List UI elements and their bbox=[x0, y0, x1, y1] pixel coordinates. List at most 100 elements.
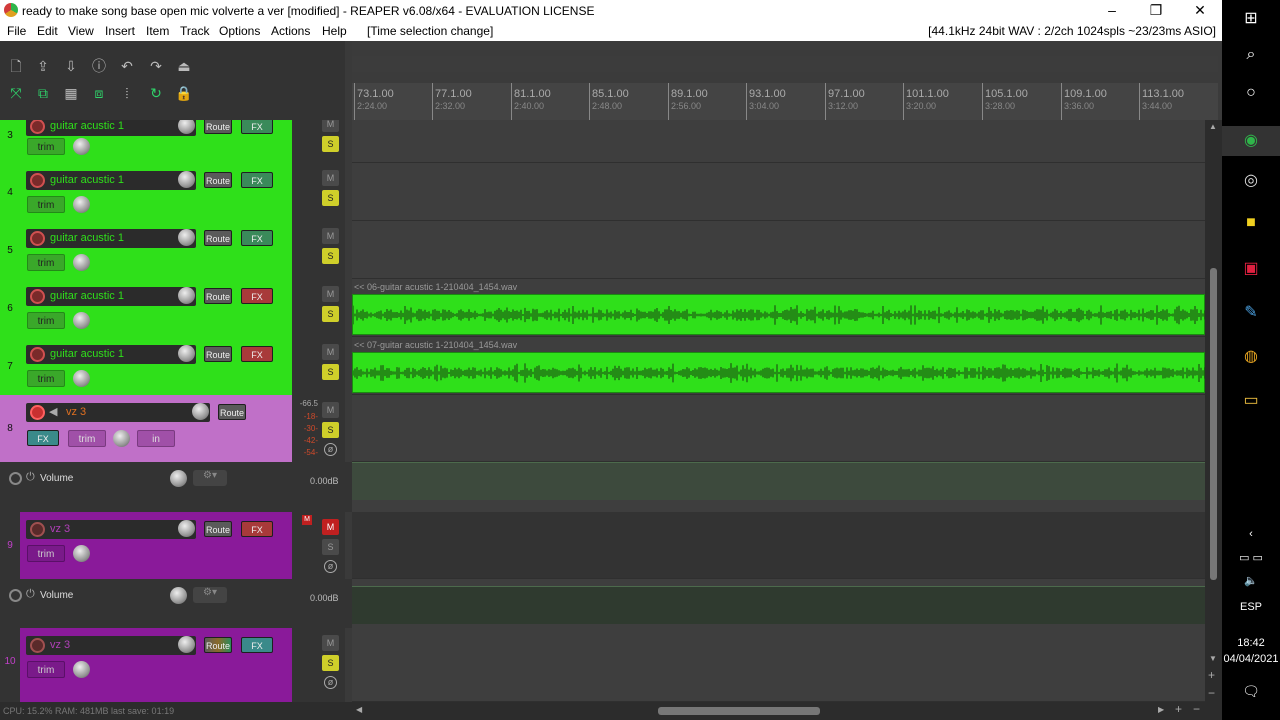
cortana-icon[interactable]: ○ bbox=[1222, 84, 1280, 102]
trim-button[interactable]: trim bbox=[27, 312, 65, 329]
track[interactable]: 7 guitar acustic 1 Route FX trim M S bbox=[0, 337, 352, 395]
envelope-panel[interactable]: ⏻ Volume ⚙▾ 0.00dB bbox=[0, 462, 352, 512]
envelope-arm-icon[interactable] bbox=[9, 589, 22, 602]
solo-button[interactable]: S bbox=[322, 190, 339, 206]
power-icon[interactable]: ⏻ bbox=[26, 471, 35, 484]
trim-button[interactable]: trim bbox=[27, 370, 65, 387]
phase-invert-icon[interactable]: ø bbox=[324, 560, 337, 573]
volume-knob[interactable] bbox=[178, 520, 195, 537]
track-name[interactable]: guitar acustic 1 bbox=[50, 120, 124, 132]
item-grouping-icon[interactable]: ⧉ bbox=[33, 83, 53, 103]
volume-knob[interactable] bbox=[192, 403, 209, 420]
input-monitor-button[interactable]: in bbox=[137, 430, 175, 447]
solo-button[interactable]: S bbox=[322, 364, 339, 380]
track-lane[interactable] bbox=[352, 163, 1205, 221]
record-arm-button[interactable] bbox=[30, 231, 45, 246]
restore-button[interactable]: ❐ bbox=[1134, 0, 1178, 22]
record-arm-button[interactable] bbox=[30, 173, 45, 188]
phase-invert-icon[interactable]: ø bbox=[324, 676, 337, 689]
envelope-settings-icon[interactable]: ⚙▾ bbox=[193, 587, 227, 603]
grid-icon[interactable]: ▦ bbox=[61, 83, 81, 103]
route-button[interactable]: Route bbox=[218, 404, 246, 420]
mute-button[interactable]: M bbox=[322, 286, 339, 302]
track-name[interactable]: vz 3 bbox=[50, 523, 70, 535]
chrome-icon[interactable]: ◍ bbox=[1222, 346, 1280, 366]
trim-button[interactable]: trim bbox=[27, 545, 65, 562]
reaper-taskbar-icon[interactable]: ◉ bbox=[1222, 126, 1280, 156]
trim-button[interactable]: trim bbox=[27, 254, 65, 271]
menu-track[interactable]: Track bbox=[180, 24, 210, 38]
volume-knob[interactable] bbox=[178, 229, 195, 246]
zoom-in-horizontal-icon[interactable]: + bbox=[1175, 702, 1182, 716]
mute-button[interactable]: M bbox=[322, 344, 339, 360]
mute-button[interactable]: M bbox=[322, 170, 339, 186]
fx-button[interactable]: FX bbox=[27, 430, 59, 446]
lock-icon[interactable]: 🔒 bbox=[174, 83, 194, 103]
track[interactable]: 9 vz 3 Route FX trim M M S ø bbox=[0, 512, 352, 579]
envelope-value-knob[interactable] bbox=[170, 470, 187, 487]
fx-button[interactable]: FX bbox=[241, 172, 273, 188]
track-name[interactable]: guitar acustic 1 bbox=[50, 174, 124, 186]
solo-button[interactable]: S bbox=[322, 248, 339, 264]
crossfade-icon[interactable]: ⦙ bbox=[117, 83, 137, 103]
ruler-region-lane[interactable] bbox=[352, 56, 1218, 72]
loop-icon[interactable]: ↻ bbox=[146, 83, 166, 103]
route-button[interactable]: Route bbox=[204, 288, 232, 304]
solo-button[interactable]: S bbox=[322, 422, 339, 438]
mute-button[interactable]: M bbox=[322, 635, 339, 651]
route-button[interactable]: Route bbox=[204, 346, 232, 362]
clock-time[interactable]: 18:42 bbox=[1222, 637, 1280, 649]
record-arm-button[interactable] bbox=[30, 289, 45, 304]
horizontal-scroll-thumb[interactable] bbox=[658, 707, 820, 715]
track-lane[interactable] bbox=[352, 120, 1205, 163]
vertical-scroll-thumb[interactable] bbox=[1210, 268, 1217, 580]
notifications-icon[interactable]: 🗨 bbox=[1222, 683, 1280, 700]
track-name-box[interactable]: vz 3 ◀ bbox=[26, 403, 210, 422]
fx-button[interactable]: FX bbox=[241, 521, 273, 537]
track-name-box[interactable]: guitar acustic 1 bbox=[26, 229, 196, 248]
route-button[interactable]: Route bbox=[204, 230, 232, 246]
track[interactable]: 3 guitar acustic 1 Route FX trim M S bbox=[0, 120, 352, 163]
record-arm-button[interactable] bbox=[30, 522, 45, 537]
pan-knob[interactable] bbox=[73, 370, 90, 387]
track[interactable]: 6 guitar acustic 1 Route FX trim M S bbox=[0, 279, 352, 337]
solo-button[interactable]: S bbox=[322, 136, 339, 152]
route-button[interactable]: Route bbox=[204, 120, 232, 134]
solo-button[interactable]: S bbox=[322, 306, 339, 322]
track-lane[interactable] bbox=[352, 628, 1205, 702]
fx-button[interactable]: FX bbox=[241, 637, 273, 653]
track-name[interactable]: guitar acustic 1 bbox=[50, 290, 124, 302]
save-project-icon[interactable]: ⇩ bbox=[61, 56, 81, 76]
volume-icon[interactable]: 🔈 bbox=[1222, 574, 1280, 587]
open-project-icon[interactable]: ⇪ bbox=[33, 56, 53, 76]
menu-file[interactable]: File bbox=[7, 24, 26, 38]
pan-knob[interactable] bbox=[73, 661, 90, 678]
volume-knob[interactable] bbox=[178, 345, 195, 362]
power-icon[interactable]: ⏻ bbox=[26, 588, 35, 601]
track-name-box[interactable]: guitar acustic 1 bbox=[26, 345, 196, 364]
trim-button[interactable]: trim bbox=[27, 196, 65, 213]
solo-button[interactable]: S bbox=[322, 655, 339, 671]
zoom-out-horizontal-icon[interactable]: − bbox=[1193, 702, 1200, 716]
track[interactable]: 4 guitar acustic 1 Route FX trim M S bbox=[0, 163, 352, 221]
track-name-box[interactable]: vz 3 bbox=[26, 636, 196, 655]
zoom-out-vertical-icon[interactable]: − bbox=[1208, 686, 1215, 700]
obs-taskbar-icon[interactable]: ◎ bbox=[1222, 170, 1280, 190]
redo-icon[interactable]: ↷ bbox=[146, 56, 166, 76]
volume-knob[interactable] bbox=[178, 287, 195, 304]
menu-actions[interactable]: Actions bbox=[271, 24, 310, 38]
zoom-in-vertical-icon[interactable]: + bbox=[1208, 668, 1215, 682]
track-name-box[interactable]: guitar acustic 1 bbox=[26, 171, 196, 190]
track-lane[interactable] bbox=[352, 221, 1205, 279]
track-lane[interactable] bbox=[352, 512, 1205, 579]
close-button[interactable]: ✕ bbox=[1178, 0, 1222, 22]
snap-icon[interactable]: ⧈ bbox=[89, 83, 109, 103]
envelope-value-knob[interactable] bbox=[170, 587, 187, 604]
pan-knob[interactable] bbox=[73, 545, 90, 562]
record-arm-button[interactable] bbox=[30, 347, 45, 362]
search-icon[interactable]: ⌕ bbox=[1222, 46, 1280, 64]
vertical-scrollbar[interactable]: ▲ ▼ + − bbox=[1205, 120, 1222, 702]
file-explorer-icon[interactable]: ▭ bbox=[1222, 390, 1280, 410]
record-arm-button[interactable] bbox=[30, 638, 45, 653]
fx-button[interactable]: FX bbox=[241, 120, 273, 134]
